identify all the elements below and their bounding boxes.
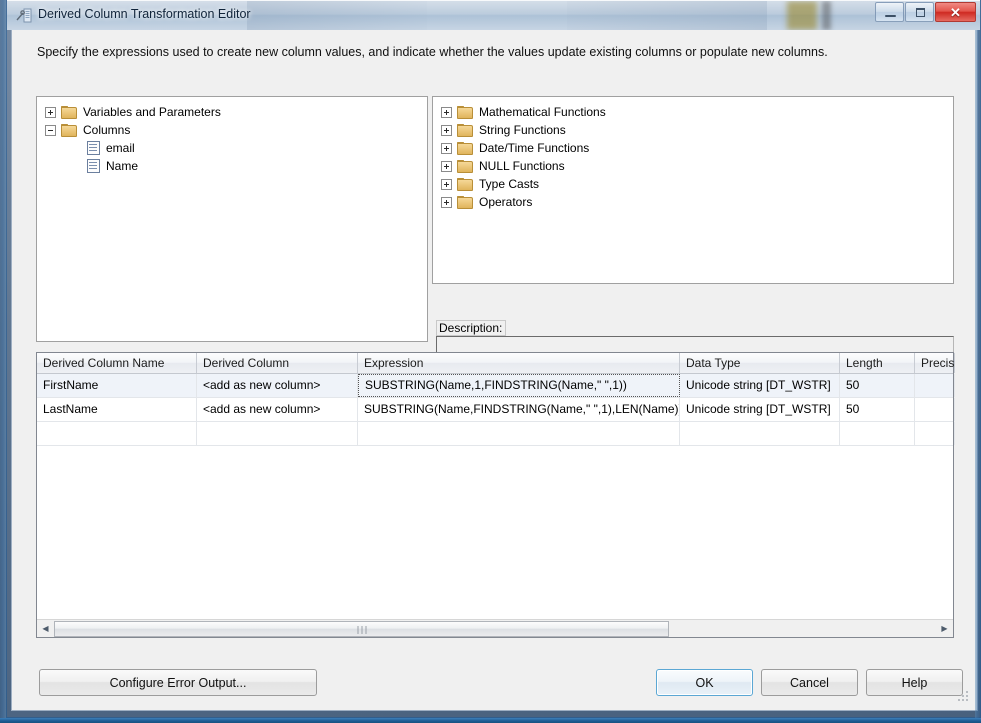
- grid-cell[interactable]: <add as new column>: [197, 374, 358, 397]
- scroll-left-arrow-icon[interactable]: ◀: [37, 620, 54, 637]
- folder-icon: [457, 141, 473, 155]
- folder-icon: [457, 177, 473, 191]
- tree-node[interactable]: Columns: [45, 121, 427, 139]
- tree-node[interactable]: Type Casts: [441, 175, 953, 193]
- tree-node-label: Variables and Parameters: [83, 105, 221, 119]
- scroll-right-arrow-icon[interactable]: ▶: [936, 620, 953, 637]
- folder-icon: [61, 123, 77, 137]
- tree-node[interactable]: Date/Time Functions: [441, 139, 953, 157]
- grid-cell[interactable]: Unicode string [DT_WSTR]: [680, 398, 840, 421]
- title-bar: Derived Column Transformation Editor ✕: [7, 0, 980, 30]
- grid-header-row: Derived Column Name Derived Column Express…: [37, 353, 955, 374]
- table-row[interactable]: FirstName <add as new column> SUBSTRING(Na…: [37, 374, 955, 398]
- expand-expander-icon[interactable]: [441, 196, 452, 208]
- expand-expander-icon[interactable]: [45, 106, 56, 118]
- grid-cell[interactable]: [915, 398, 955, 421]
- tree-node[interactable]: Name: [45, 157, 427, 175]
- grid-cell[interactable]: 50: [840, 374, 915, 397]
- transformation-icon: [16, 8, 32, 23]
- close-icon: ✕: [950, 5, 961, 20]
- expand-expander-icon[interactable]: [441, 142, 452, 154]
- resize-grip-icon[interactable]: [958, 691, 969, 702]
- variables-and-columns-tree[interactable]: Variables and Parameters Columns email Name: [36, 96, 428, 342]
- folder-icon: [457, 195, 473, 209]
- tree-node-label: Name: [106, 159, 139, 173]
- expand-expander-icon[interactable]: [441, 178, 452, 190]
- help-button[interactable]: Help: [866, 669, 963, 696]
- grid-cell[interactable]: [37, 422, 197, 445]
- glass-bleed: [567, 1, 767, 30]
- grid-cell[interactable]: Unicode string [DT_WSTR]: [680, 374, 840, 397]
- glass-bleed: [822, 1, 831, 30]
- cancel-button[interactable]: Cancel: [761, 669, 858, 696]
- scrollbar-grip-icon: [357, 626, 366, 634]
- tree-node-label: Operators: [479, 195, 533, 209]
- grid-cell[interactable]: [680, 422, 840, 445]
- tree-node-label: String Functions: [479, 123, 566, 137]
- grid-column-header[interactable]: Derived Column: [197, 353, 358, 373]
- folder-icon: [457, 105, 473, 119]
- table-row[interactable]: [37, 422, 955, 446]
- ok-button[interactable]: OK: [656, 669, 753, 696]
- configure-error-output-button[interactable]: Configure Error Output...: [39, 669, 317, 696]
- glass-bleed: [247, 1, 427, 30]
- grid-column-header[interactable]: Length: [840, 353, 915, 373]
- tree-node[interactable]: Mathematical Functions: [441, 103, 953, 121]
- grid-cell[interactable]: [915, 422, 955, 445]
- tree-node[interactable]: String Functions: [441, 121, 953, 139]
- expand-expander-icon[interactable]: [441, 124, 452, 136]
- column-icon: [87, 141, 100, 155]
- minimize-button[interactable]: [875, 2, 904, 22]
- grid-horizontal-scrollbar[interactable]: ◀ ▶: [37, 619, 953, 637]
- tree-node[interactable]: email: [45, 139, 427, 157]
- grid-cell[interactable]: SUBSTRING(Name,FINDSTRING(Name," ",1),LE…: [358, 398, 680, 421]
- grid-cell[interactable]: FirstName: [37, 374, 197, 397]
- grid-cell[interactable]: [915, 374, 955, 397]
- tree-node-label: Type Casts: [479, 177, 540, 191]
- derived-columns-grid[interactable]: Derived Column Name Derived Column Express…: [36, 352, 955, 638]
- tree-node[interactable]: NULL Functions: [441, 157, 953, 175]
- grid-column-header[interactable]: Derived Column Name: [37, 353, 197, 373]
- expand-expander-icon[interactable]: [441, 106, 452, 118]
- grid-cell[interactable]: LastName: [37, 398, 197, 421]
- folder-icon: [61, 105, 77, 119]
- functions-tree[interactable]: Mathematical Functions String Functions Da…: [432, 96, 954, 284]
- close-button[interactable]: ✕: [935, 2, 976, 22]
- folder-icon: [457, 123, 473, 137]
- maximize-button[interactable]: [905, 2, 934, 22]
- tree-node-label: Columns: [83, 123, 131, 137]
- table-row[interactable]: LastName <add as new column> SUBSTRING(Nam…: [37, 398, 955, 422]
- tree-node[interactable]: Operators: [441, 193, 953, 211]
- folder-icon: [457, 159, 473, 173]
- column-icon: [87, 159, 100, 173]
- dialog-client-area: Specify the expressions used to create n…: [11, 30, 978, 711]
- grid-cell[interactable]: 50: [840, 398, 915, 421]
- description-label: Description:: [436, 320, 507, 336]
- grid-column-header[interactable]: Expression: [358, 353, 680, 373]
- grid-column-header[interactable]: Precisio: [915, 353, 955, 373]
- tree-node-label: NULL Functions: [479, 159, 565, 173]
- tree-node-label: email: [106, 141, 135, 155]
- window-right-border: [975, 30, 980, 718]
- tree-node-label: Mathematical Functions: [479, 105, 606, 119]
- maximize-icon: [916, 8, 925, 17]
- grid-cell[interactable]: SUBSTRING(Name,1,FINDSTRING(Name," ",1)): [358, 374, 680, 397]
- grid-cell[interactable]: [197, 422, 358, 445]
- minimize-icon: [885, 15, 896, 17]
- tree-node-label: Date/Time Functions: [479, 141, 590, 155]
- window-bottom-border: [0, 718, 981, 723]
- scrollbar-thumb[interactable]: [54, 621, 669, 637]
- tree-node[interactable]: Variables and Parameters: [45, 103, 427, 121]
- grid-cell[interactable]: [358, 422, 680, 445]
- collapse-expander-icon[interactable]: [45, 124, 56, 136]
- instruction-text: Specify the expressions used to create n…: [37, 45, 828, 59]
- dialog-window: Derived Column Transformation Editor ✕ S…: [6, 0, 981, 718]
- grid-cell[interactable]: [840, 422, 915, 445]
- grid-cell[interactable]: <add as new column>: [197, 398, 358, 421]
- glass-bleed: [787, 1, 817, 30]
- grid-column-header[interactable]: Data Type: [680, 353, 840, 373]
- window-title: Derived Column Transformation Editor: [38, 7, 251, 21]
- expand-expander-icon[interactable]: [441, 160, 452, 172]
